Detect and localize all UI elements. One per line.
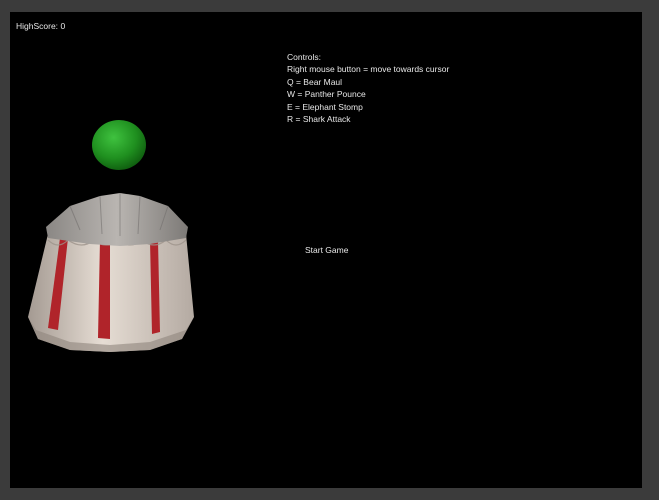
highscore-label: HighScore: <box>16 21 59 31</box>
control-elephant-stomp: E = Elephant Stomp <box>287 101 363 112</box>
highscore-value: 0 <box>60 21 66 31</box>
tent-stripe <box>98 240 110 339</box>
controls-help: Controls: Right mouse button = move towa… <box>287 51 449 125</box>
control-bear-maul: Q = Bear Maul <box>287 76 343 87</box>
game-window: HighScore: 0 Controls: Right mouse butto… <box>0 0 659 500</box>
tent-roof <box>46 193 188 246</box>
controls-title: Controls: <box>287 52 322 62</box>
control-panther-pounce: W = Panther Pounce <box>287 89 366 100</box>
circus-tent <box>28 193 194 352</box>
highscore-display: HighScore: 0 <box>16 20 65 32</box>
control-shark-attack: R = Shark Attack <box>287 114 351 125</box>
start-game-button[interactable]: Start Game <box>305 245 348 255</box>
green-orb <box>92 120 146 170</box>
control-move: Right mouse button = move towards cursor <box>287 64 450 75</box>
game-viewport[interactable]: HighScore: 0 Controls: Right mouse butto… <box>10 12 642 488</box>
